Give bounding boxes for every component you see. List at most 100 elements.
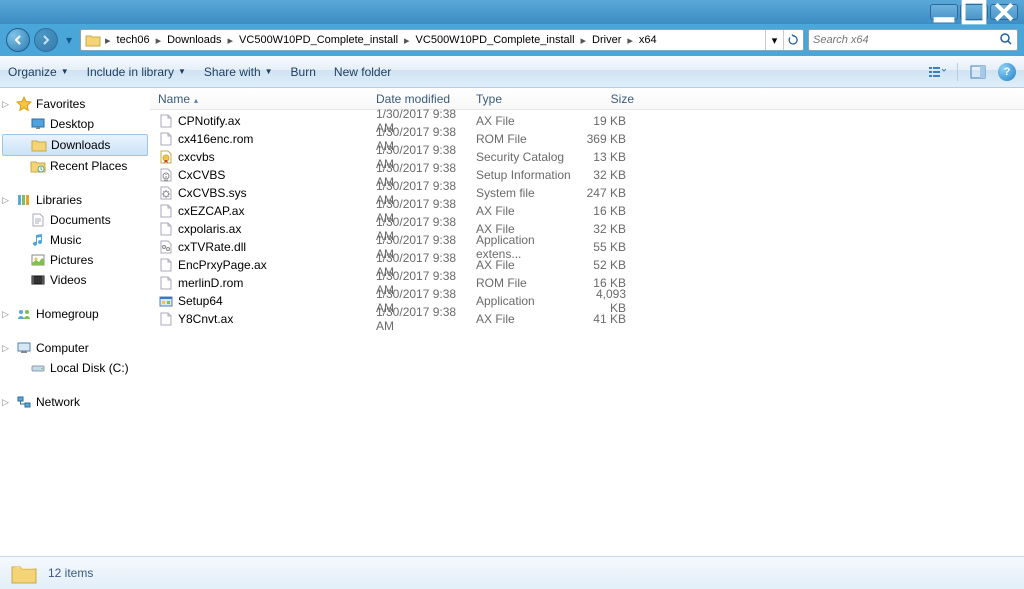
file-name: EncPrxyPage.ax [178, 258, 267, 272]
file-icon [158, 257, 174, 273]
nav-local-disk[interactable]: Local Disk (C:) [0, 358, 150, 378]
nav-item-label: Music [50, 233, 81, 247]
favorites-group[interactable]: ▷ Favorites [0, 94, 150, 114]
chevron-right-icon: ▸ [625, 34, 635, 47]
homegroup-label: Homegroup [36, 307, 99, 321]
nav-documents[interactable]: Documents [0, 210, 150, 230]
file-size: 13 KB [580, 150, 640, 164]
file-row[interactable]: cxpolaris.ax1/30/2017 9:38 AMAX File32 K… [150, 220, 1024, 238]
file-row[interactable]: CxCVBS.sys1/30/2017 9:38 AMSystem file24… [150, 184, 1024, 202]
maximize-button[interactable] [960, 4, 988, 20]
computer-label: Computer [36, 341, 89, 355]
nav-item-label: Downloads [51, 138, 110, 152]
search-box[interactable] [808, 29, 1018, 51]
column-type[interactable]: Type [470, 92, 580, 106]
file-row[interactable]: Y8Cnvt.ax1/30/2017 9:38 AMAX File41 KB [150, 310, 1024, 328]
libraries-group[interactable]: ▷ Libraries [0, 190, 150, 210]
chevron-right-icon: ▸ [154, 34, 164, 47]
forward-button[interactable] [34, 28, 58, 52]
burn-button[interactable]: Burn [291, 65, 316, 79]
breadcrumb-segment[interactable]: tech06 [113, 34, 154, 46]
file-type: System file [470, 186, 580, 200]
column-name[interactable]: Name▴ [150, 92, 370, 106]
help-button[interactable]: ? [998, 63, 1016, 81]
file-type: Setup Information [470, 168, 580, 182]
file-name: Setup64 [178, 294, 223, 308]
file-size: 247 KB [580, 186, 640, 200]
breadcrumb-segment[interactable]: Downloads [163, 34, 225, 46]
nav-desktop[interactable]: Desktop [0, 114, 150, 134]
breadcrumb-segment[interactable]: x64 [635, 34, 661, 46]
organize-menu[interactable]: Organize▼ [8, 65, 69, 79]
file-row[interactable]: cx416enc.rom1/30/2017 9:38 AMROM File369… [150, 130, 1024, 148]
folder-icon [10, 561, 38, 585]
file-icon [158, 203, 174, 219]
history-dropdown[interactable]: ▾ [62, 30, 76, 50]
file-row[interactable]: EncPrxyPage.ax1/30/2017 9:38 AMAX File52… [150, 256, 1024, 274]
nav-recent-places[interactable]: Recent Places [0, 156, 150, 176]
homegroup-group[interactable]: ▷ Homegroup [0, 304, 150, 324]
file-name: cxcvbs [178, 150, 215, 164]
file-size: 41 KB [580, 312, 640, 326]
computer-group[interactable]: ▷ Computer [0, 338, 150, 358]
network-group[interactable]: ▷ Network [0, 392, 150, 412]
back-button[interactable] [6, 28, 30, 52]
file-list-view: Name▴ Date modified Type Size CPNotify.a… [150, 88, 1024, 556]
file-name: merlinD.rom [178, 276, 243, 290]
chevron-right-icon: ▸ [579, 34, 589, 47]
file-row[interactable]: cxEZCAP.ax1/30/2017 9:38 AMAX File16 KB [150, 202, 1024, 220]
breadcrumb-segment[interactable]: VC500W10PD_Complete_install [235, 34, 402, 46]
nav-downloads[interactable]: Downloads [2, 134, 148, 156]
file-type: AX File [470, 312, 580, 326]
address-bar[interactable]: ▸ tech06 ▸ Downloads ▸ VC500W10PD_Comple… [80, 29, 804, 51]
command-bar: Organize▼ Include in library▼ Share with… [0, 56, 1024, 88]
file-icon [158, 275, 174, 291]
file-row[interactable]: cxTVRate.dll1/30/2017 9:38 AMApplication… [150, 238, 1024, 256]
file-icon [158, 239, 174, 255]
breadcrumb-segment[interactable]: VC500W10PD_Complete_install [412, 34, 579, 46]
column-size[interactable]: Size [580, 92, 640, 106]
file-icon [158, 311, 174, 327]
file-date: 1/30/2017 9:38 AM [370, 305, 470, 333]
search-input[interactable] [813, 34, 999, 46]
nav-videos[interactable]: Videos [0, 270, 150, 290]
view-options-button[interactable] [925, 61, 949, 83]
nav-music[interactable]: Music [0, 230, 150, 250]
file-name: cxTVRate.dll [178, 240, 246, 254]
nav-pictures[interactable]: Pictures [0, 250, 150, 270]
file-row[interactable]: Setup641/30/2017 9:38 AMApplication4,093… [150, 292, 1024, 310]
preview-pane-button[interactable] [966, 61, 990, 83]
file-size: 19 KB [580, 114, 640, 128]
file-icon [158, 185, 174, 201]
file-name: CxCVBS [178, 168, 225, 182]
file-type: Security Catalog [470, 150, 580, 164]
column-date[interactable]: Date modified [370, 92, 470, 106]
file-type: Application extens... [470, 233, 580, 261]
videos-icon [30, 272, 46, 288]
file-name: Y8Cnvt.ax [178, 312, 233, 326]
close-button[interactable] [990, 4, 1018, 20]
file-row[interactable]: cxcvbs1/30/2017 9:38 AMSecurity Catalog1… [150, 148, 1024, 166]
expand-icon: ▷ [2, 309, 12, 320]
file-row[interactable]: CxCVBS1/30/2017 9:38 AMSetup Information… [150, 166, 1024, 184]
file-icon [158, 113, 174, 129]
file-row[interactable]: CPNotify.ax1/30/2017 9:38 AMAX File19 KB [150, 112, 1024, 130]
separator [957, 63, 958, 81]
share-menu[interactable]: Share with▼ [204, 65, 273, 79]
file-name: cx416enc.rom [178, 132, 253, 146]
item-count: 12 items [48, 566, 93, 580]
chevron-right-icon: ▸ [226, 34, 236, 47]
navigation-row: ▾ ▸ tech06 ▸ Downloads ▸ VC500W10PD_Comp… [0, 24, 1024, 56]
refresh-button[interactable] [783, 30, 801, 50]
nav-item-label: Desktop [50, 117, 94, 131]
include-library-menu[interactable]: Include in library▼ [87, 65, 186, 79]
recent-icon [30, 158, 46, 174]
minimize-button[interactable] [930, 4, 958, 20]
breadcrumb-segment[interactable]: Driver [588, 34, 625, 46]
computer-icon [16, 340, 32, 356]
new-folder-button[interactable]: New folder [334, 65, 391, 79]
file-name: cxpolaris.ax [178, 222, 241, 236]
homegroup-icon [16, 306, 32, 322]
address-dropdown[interactable]: ▾ [765, 30, 783, 50]
network-label: Network [36, 395, 80, 409]
